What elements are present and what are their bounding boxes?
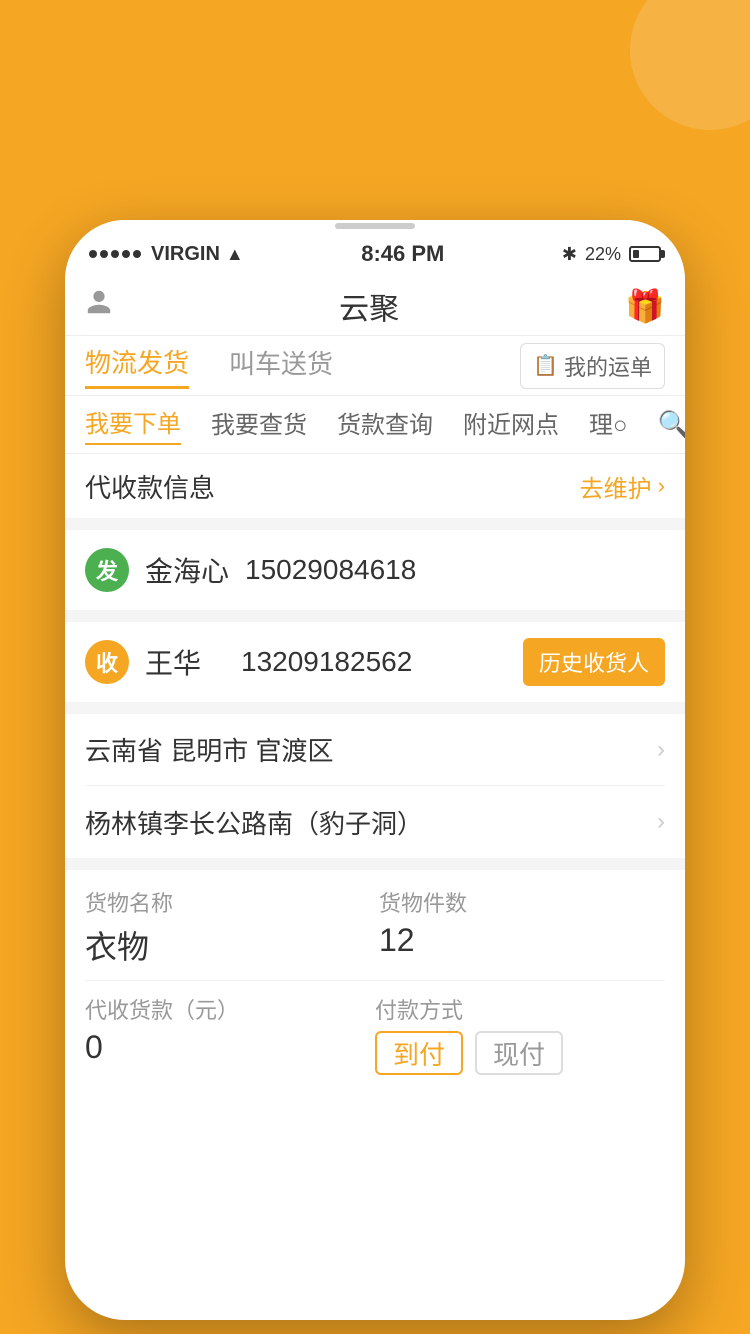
battery-fill <box>633 250 639 258</box>
sender-row: 发 金海心 15029084618 <box>85 530 665 610</box>
dot3 <box>111 250 119 258</box>
app-navbar: 云聚 🎁 <box>65 276 685 336</box>
receiver-phone: 13209182562 <box>241 646 412 678</box>
receiver-badge: 收 <box>85 640 129 684</box>
cod-amount-value: 0 <box>85 1029 375 1066</box>
cod-label: 代收款信息 <box>85 468 215 505</box>
phone-speaker <box>335 223 415 229</box>
sub-tab-nearby[interactable]: 附近网点 <box>463 405 559 444</box>
cod-info-card: 代收款信息 去维护 › <box>65 454 685 518</box>
sub-tab-payment[interactable]: 货款查询 <box>337 405 433 444</box>
cod-action-btn[interactable]: 去维护 › <box>580 469 665 504</box>
sender-name: 金海心 <box>145 550 229 590</box>
gift-icon[interactable]: 🎁 <box>625 287 665 325</box>
my-waybill-button[interactable]: 📋 我的运单 <box>520 343 665 389</box>
payment-btn-cash[interactable]: 现付 <box>475 1031 563 1075</box>
receiver-name: 王华 <box>145 642 225 682</box>
user-icon[interactable] <box>85 288 113 323</box>
content-area: 代收款信息 去维护 › 发 金海心 15029084618 收 <box>65 454 685 1091</box>
search-icon[interactable]: 🔍 <box>658 409 686 440</box>
status-left: VIRGIN ▲ <box>89 243 244 266</box>
sub-tab-manage[interactable]: 理○ <box>589 405 628 444</box>
goods-name-value: 衣物 <box>85 922 371 968</box>
sub-tab-bar: 我要下单 我要查货 货款查询 附近网点 理○ 🔍 <box>65 396 685 454</box>
main-tab-bar: 物流发货 叫车送货 📋 我的运单 <box>65 336 685 396</box>
address-province: 云南省 昆明市 官渡区 <box>85 731 333 768</box>
dot1 <box>89 250 97 258</box>
chevron-right-icon-address1: › <box>657 736 665 764</box>
chevron-right-icon-address2: › <box>657 808 665 836</box>
goods-grid: 货物名称 衣物 货物件数 12 <box>85 886 665 968</box>
dot4 <box>122 250 130 258</box>
cod-action-text: 去维护 <box>580 469 652 504</box>
receiver-row: 收 王华 13209182562 历史收货人 <box>85 622 665 702</box>
sub-tab-order[interactable]: 我要下单 <box>85 404 181 445</box>
goods-name-col: 货物名称 衣物 <box>85 886 371 968</box>
sender-card: 发 金海心 15029084618 <box>65 530 685 610</box>
waybill-label: 我的运单 <box>564 350 652 382</box>
status-bar: VIRGIN ▲ 8:46 PM ✱ 22% <box>65 232 685 276</box>
battery-icon <box>629 246 661 262</box>
wifi-icon: ▲ <box>226 244 244 265</box>
sender-badge: 发 <box>85 548 129 592</box>
bluetooth-icon: ✱ <box>562 244 577 265</box>
phone-top-bar <box>65 220 685 232</box>
dot5 <box>133 250 141 258</box>
payment-options: 到付 现付 <box>375 1031 665 1075</box>
app-title: 云聚 <box>339 284 399 328</box>
payment-row: 代收货款（元） 0 付款方式 到付 现付 <box>85 993 665 1075</box>
chevron-right-icon: › <box>658 473 665 499</box>
tab-logistics[interactable]: 物流发货 <box>85 343 189 389</box>
phone-mockup: VIRGIN ▲ 8:46 PM ✱ 22% 云聚 🎁 物流发货 叫车送货 <box>65 220 685 1320</box>
cod-amount-label: 代收货款（元） <box>85 993 375 1025</box>
signal-dots <box>89 250 141 258</box>
address-province-row[interactable]: 云南省 昆明市 官渡区 › <box>85 714 665 786</box>
payment-btn-arrival[interactable]: 到付 <box>375 1031 463 1075</box>
cod-info-row: 代收款信息 去维护 › <box>85 454 665 518</box>
payment-method-label: 付款方式 <box>375 993 665 1025</box>
carrier-label: VIRGIN <box>151 243 220 266</box>
payment-method-col: 付款方式 到付 现付 <box>375 993 665 1075</box>
status-right: ✱ 22% <box>562 244 661 265</box>
goods-section: 货物名称 衣物 货物件数 12 代收货款（元） 0 付款方式 <box>65 870 685 1091</box>
goods-count-label: 货物件数 <box>379 886 665 918</box>
address-detail: 杨林镇李长公路南（豹子洞） <box>85 804 423 841</box>
goods-name-label: 货物名称 <box>85 886 371 918</box>
sub-tab-query[interactable]: 我要查货 <box>211 405 307 444</box>
cod-amount-col: 代收货款（元） 0 <box>85 993 375 1066</box>
address-card: 云南省 昆明市 官渡区 › 杨林镇李长公路南（豹子洞） › <box>65 714 685 858</box>
phone-frame: VIRGIN ▲ 8:46 PM ✱ 22% 云聚 🎁 物流发货 叫车送货 <box>65 220 685 1320</box>
status-time: 8:46 PM <box>361 241 444 267</box>
receiver-card: 收 王华 13209182562 历史收货人 <box>65 622 685 702</box>
goods-count-value: 12 <box>379 922 665 959</box>
tab-delivery[interactable]: 叫车送货 <box>229 344 333 387</box>
sender-phone: 15029084618 <box>245 554 416 586</box>
history-receiver-button[interactable]: 历史收货人 <box>523 638 665 686</box>
dot2 <box>100 250 108 258</box>
battery-pct: 22% <box>585 244 621 265</box>
goods-divider <box>85 980 665 981</box>
bg-decoration <box>630 0 750 130</box>
address-detail-row[interactable]: 杨林镇李长公路南（豹子洞） › <box>85 786 665 858</box>
goods-count-col: 货物件数 12 <box>379 886 665 968</box>
